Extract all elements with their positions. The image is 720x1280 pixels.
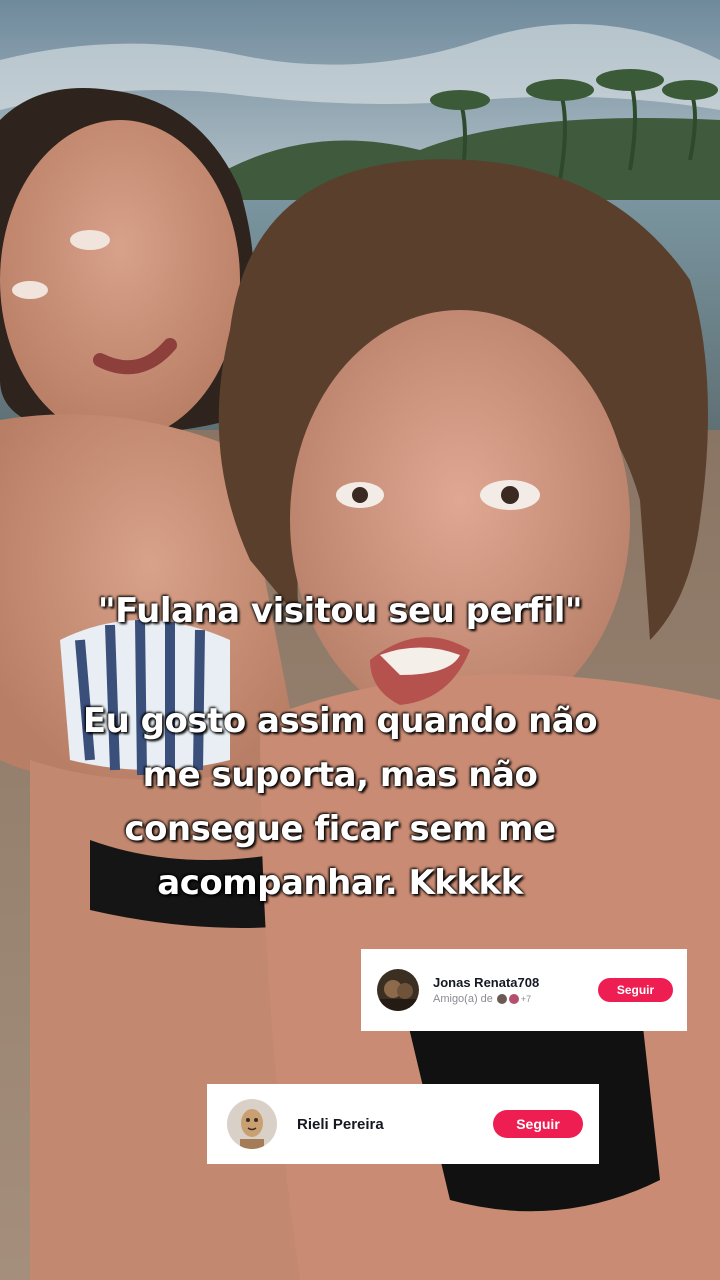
- mutual-friends-count: +7: [520, 994, 532, 1004]
- avatar[interactable]: [227, 1099, 277, 1149]
- avatar[interactable]: [377, 969, 419, 1011]
- follow-suggestion-card: Rieli Pereira Seguir: [207, 1084, 599, 1164]
- caption-text: Eu gosto assim quando não me suporta, ma…: [82, 701, 598, 903]
- mutual-friend-avatar: [508, 994, 519, 1004]
- follow-button[interactable]: Seguir: [493, 1110, 583, 1138]
- caption-quote: "Fulana visitou seu perfil": [97, 591, 583, 631]
- follow-button[interactable]: Seguir: [598, 978, 673, 1002]
- mutual-friends-label: Amigo(a) de: [433, 993, 493, 1005]
- follow-suggestion-card: Jonas Renata708 Amigo(a) de +7 Seguir: [361, 949, 687, 1031]
- user-name[interactable]: Jonas Renata708: [433, 975, 598, 990]
- mutual-friends: Amigo(a) de +7: [433, 993, 598, 1005]
- mutual-friend-avatar: [496, 994, 507, 1004]
- user-name[interactable]: Rieli Pereira: [297, 1116, 493, 1133]
